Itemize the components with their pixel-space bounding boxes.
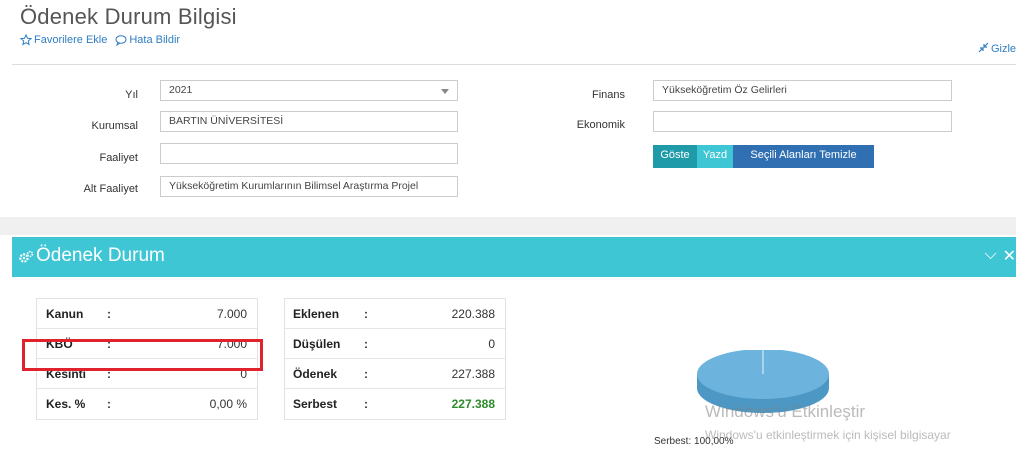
section-separator <box>0 217 1016 235</box>
ekonomik-field[interactable] <box>653 111 952 132</box>
page-title: Ödenek Durum Bilgisi <box>20 4 237 29</box>
close-icon[interactable]: ✕ <box>1003 246 1016 266</box>
yil-select-value: 2021 <box>169 84 193 96</box>
dusulen-label: Düşülen <box>293 337 341 351</box>
eklenen-value: 220.388 <box>451 307 495 321</box>
kurumsal-label: Kurumsal <box>91 120 138 132</box>
row-colon: : <box>107 307 111 321</box>
table-row: Eklenen : 220.388 <box>285 299 505 329</box>
row-colon: : <box>364 307 368 321</box>
favorites-label: Favorilere Ekle <box>34 34 108 46</box>
kes-percent-value: 0,00 % <box>209 397 247 411</box>
table-row: Ödenek : 227.388 <box>285 359 505 389</box>
finans-field[interactable]: Yükseköğretim Öz Gelirleri <box>653 80 952 101</box>
alt-faaliyet-label: Alt Faaliyet <box>83 183 138 195</box>
dusulen-value: 0 <box>488 337 495 351</box>
table-row: Serbest : 227.388 <box>285 389 505 419</box>
kes-percent-label: Kes. % <box>46 397 86 411</box>
yil-select[interactable]: 2021 <box>160 80 458 101</box>
table-row: Kanun : 7.000 <box>37 299 257 329</box>
row-colon: : <box>364 397 368 411</box>
kanun-label: Kanun <box>46 307 84 321</box>
hide-label: Gizle <box>990 43 1016 55</box>
compress-icon <box>978 42 989 56</box>
kbo-highlight-box <box>22 339 263 371</box>
header-links: Favorilere Ekle Hata Bildir <box>20 34 180 46</box>
kanun-value: 7.000 <box>216 307 247 321</box>
star-icon <box>20 34 32 46</box>
chevron-down-icon <box>441 89 449 94</box>
collapse-chevron-icon[interactable]: ⌵ <box>984 246 996 266</box>
report-error-label: Hata Bildir <box>129 34 181 46</box>
yil-label: Yıl <box>125 89 138 101</box>
header-divider <box>12 64 1016 65</box>
panel-tools: ⌵ ✕ <box>984 246 1016 266</box>
ekonomik-label: Ekonomik <box>576 119 625 131</box>
activation-watermark-text: Windows'u etkinleştirmek için kişisel bi… <box>705 428 951 442</box>
alt-faaliyet-field[interactable]: Yükseköğretim Kurumlarının Bilimsel Araş… <box>160 176 458 197</box>
show-button[interactable]: Göste <box>653 145 697 168</box>
allocation-table-right: Eklenen : 220.388 Düşülen : 0 Ödenek : 2… <box>284 298 506 420</box>
serbest-label: Serbest <box>293 397 338 411</box>
eklenen-label: Eklenen <box>293 307 340 321</box>
comment-icon <box>115 34 127 46</box>
report-error-link[interactable]: Hata Bildir <box>115 34 180 46</box>
table-row: Kes. % : 0,00 % <box>37 389 257 419</box>
panel-title: Ödenek Durum <box>36 245 165 266</box>
print-button[interactable]: Yazd <box>697 145 733 168</box>
row-colon: : <box>107 397 111 411</box>
table-row: Düşülen : 0 <box>285 329 505 359</box>
cogs-icon <box>18 250 34 264</box>
row-colon: : <box>364 337 368 351</box>
panel-header: Ödenek Durum ⌵ ✕ <box>12 237 1016 277</box>
row-colon: : <box>364 367 368 381</box>
kurumsal-value: BARTIN ÜNİVERSİTESİ <box>169 115 284 127</box>
alt-faaliyet-value: Yükseköğretim Kurumlarının Bilimsel Araş… <box>169 180 419 192</box>
favorites-link[interactable]: Favorilere Ekle <box>20 34 107 46</box>
finans-value: Yükseköğretim Öz Gelirleri <box>662 84 787 96</box>
kurumsal-field[interactable]: BARTIN ÜNİVERSİTESİ <box>160 111 458 132</box>
finans-label: Finans <box>591 89 625 101</box>
clear-selection-button[interactable]: Seçili Alanları Temizle <box>733 145 874 168</box>
serbest-value: 227.388 <box>451 397 495 411</box>
faaliyet-field[interactable] <box>160 143 458 164</box>
odenek-value: 227.388 <box>451 367 495 381</box>
hide-filters-link[interactable]: Gizle <box>978 42 1016 56</box>
faaliyet-label: Faaliyet <box>99 152 138 164</box>
activation-watermark-title: Windows'u Etkinleştir <box>705 402 866 421</box>
odenek-label: Ödenek <box>293 367 338 381</box>
